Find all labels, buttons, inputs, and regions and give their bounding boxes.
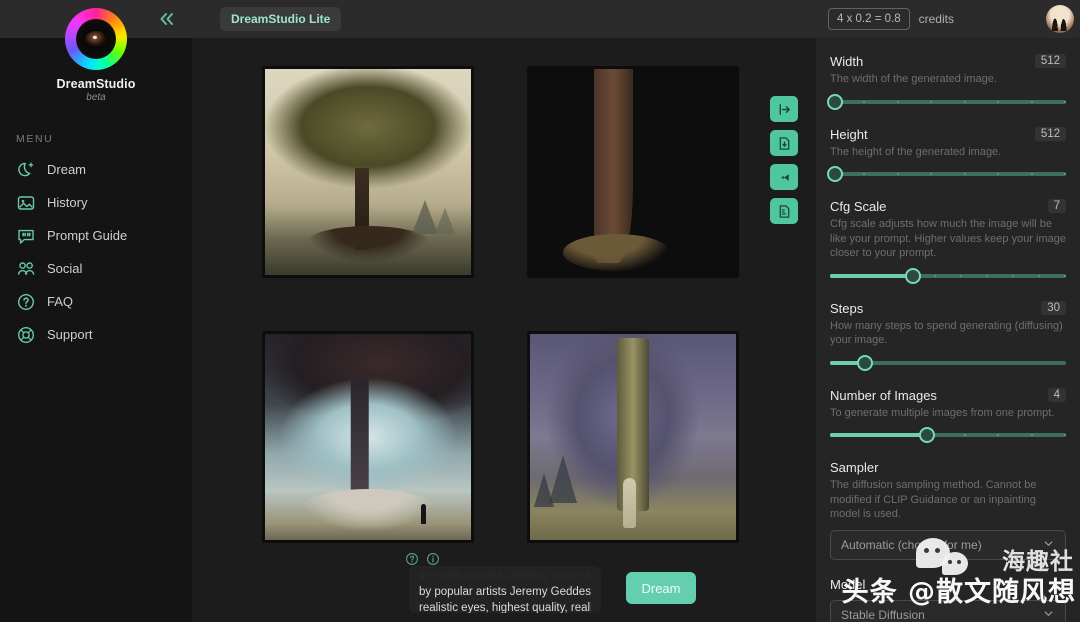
setting-model: Model Stable Diffusion <box>830 577 1066 622</box>
generated-artwork <box>265 334 471 540</box>
sidebar-item-prompt-guide[interactable]: Prompt Guide <box>0 219 192 252</box>
setting-description: To generate multiple images from one pro… <box>830 406 1066 421</box>
sidebar-item-label: Prompt Guide <box>47 228 127 243</box>
dreamstudio-lite-button[interactable]: DreamStudio Lite <box>220 7 341 31</box>
generated-artwork <box>265 69 471 275</box>
chevron-down-icon <box>1042 607 1055 622</box>
prompt-input[interactable]: tree with beautiful lighting and realist… <box>409 566 601 613</box>
setting-description: The diffusion sampling method. Cannot be… <box>830 478 1066 522</box>
slider-knob[interactable] <box>905 268 921 284</box>
sidebar-item-label: Support <box>47 327 93 342</box>
brand-name: DreamStudio <box>57 77 136 91</box>
setting-height: Height 512 The height of the generated i… <box>830 127 1066 183</box>
lifebuoy-icon <box>16 325 36 345</box>
top-bar: DreamStudio Lite <box>192 0 816 38</box>
setting-value: 7 <box>1048 199 1066 213</box>
setting-cfg-scale: Cfg Scale 7 Cfg scale adjusts how much t… <box>830 199 1066 284</box>
setting-title: Number of Images <box>830 388 937 403</box>
gallery-image-2[interactable] <box>527 66 739 278</box>
setting-value: 512 <box>1035 127 1066 141</box>
gallery-image-1[interactable] <box>262 66 474 278</box>
prompt-text: by popular artists Jeremy Geddes and Zar… <box>419 586 591 598</box>
image-gallery <box>262 66 739 543</box>
setting-width: Width 512 The width of the generated ima… <box>830 54 1066 110</box>
main-area: DreamStudio Lite <box>192 0 816 622</box>
sidebar-item-support[interactable]: Support <box>0 318 192 351</box>
prompt-line-2: by popular artists Jeremy Geddes and Zar… <box>419 584 591 600</box>
slider-knob[interactable] <box>827 166 843 182</box>
dreamstudio-app: DreamStudio beta MENU Dream History Prom… <box>0 0 1080 622</box>
setting-value: 30 <box>1041 301 1066 315</box>
chevron-double-left-icon[interactable] <box>156 10 178 28</box>
prompt-line-clipped: tree with beautiful lighting and realist… <box>419 568 591 584</box>
generated-artwork <box>530 69 736 275</box>
setting-description: How many steps to spend generating (diff… <box>830 319 1066 348</box>
chevron-down-icon <box>1042 537 1055 553</box>
prompt-area: tree with beautiful lighting and realist… <box>402 550 716 622</box>
setting-title: Width <box>830 54 863 69</box>
steps-slider[interactable] <box>830 355 1066 371</box>
prompt-text: realistic eyes, highest quality, realist… <box>419 602 591 613</box>
quote-bubble-icon <box>16 226 36 246</box>
setting-value: 512 <box>1035 54 1066 68</box>
panel-header: 4 x 0.2 = 0.8 credits <box>816 0 1080 38</box>
credit-cost-box[interactable]: 4 x 0.2 = 0.8 <box>828 8 910 30</box>
sampler-selected-value: Automatic (choose for me) <box>841 538 982 552</box>
file-settings-icon[interactable] <box>770 198 798 224</box>
gallery-image-3[interactable] <box>262 331 474 543</box>
prompt-line-3: realistic eyes, highest quality, realist… <box>419 600 591 613</box>
image-icon <box>16 193 36 213</box>
setting-description: The height of the generated image. <box>830 145 1066 160</box>
setting-description: Cfg scale adjusts how much the image wil… <box>830 217 1066 261</box>
sidebar-item-history[interactable]: History <box>0 186 192 219</box>
credits-label: credits <box>919 12 954 26</box>
brand-beta-label: beta <box>86 92 105 103</box>
skip-back-icon[interactable] <box>770 164 798 190</box>
number-of-images-slider[interactable] <box>830 427 1066 443</box>
height-slider[interactable] <box>830 166 1066 182</box>
panel-body: Width 512 The width of the generated ima… <box>816 38 1080 622</box>
setting-title: Cfg Scale <box>830 199 886 214</box>
moon-sparkle-icon <box>16 160 36 180</box>
gallery-image-4[interactable] <box>527 331 739 543</box>
setting-description: The width of the generated image. <box>830 72 1066 87</box>
sidebar-item-label: Dream <box>47 162 86 177</box>
sampler-select[interactable]: Automatic (choose for me) <box>830 530 1066 560</box>
sidebar: DreamStudio beta MENU Dream History Prom… <box>0 0 192 622</box>
people-icon <box>16 259 36 279</box>
question-circle-icon <box>16 292 36 312</box>
menu-section-label: MENU <box>16 133 192 145</box>
sidebar-item-label: Social <box>47 261 82 276</box>
send-to-icon[interactable] <box>770 96 798 122</box>
setting-title: Steps <box>830 301 863 316</box>
sidebar-item-label: History <box>47 195 87 210</box>
sidebar-item-social[interactable]: Social <box>0 252 192 285</box>
dream-button[interactable]: Dream <box>626 572 696 604</box>
setting-number-of-images: Number of Images 4 To generate multiple … <box>830 388 1066 444</box>
setting-steps: Steps 30 How many steps to spend generat… <box>830 301 1066 371</box>
settings-panel: 4 x 0.2 = 0.8 credits Width 512 The widt… <box>816 0 1080 622</box>
slider-knob[interactable] <box>919 427 935 443</box>
rainbow-eye-logo <box>65 8 127 70</box>
sidebar-item-faq[interactable]: FAQ <box>0 285 192 318</box>
setting-title: Sampler <box>830 460 878 475</box>
image-toolbar <box>770 96 798 224</box>
cfg-scale-slider[interactable] <box>830 268 1066 284</box>
generated-artwork <box>530 334 736 540</box>
model-select[interactable]: Stable Diffusion <box>830 600 1066 622</box>
setting-title: Height <box>830 127 868 142</box>
slider-knob[interactable] <box>857 355 873 371</box>
setting-sampler: Sampler The diffusion sampling method. C… <box>830 460 1066 560</box>
width-slider[interactable] <box>830 94 1066 110</box>
setting-value: 4 <box>1048 388 1066 402</box>
avatar[interactable] <box>1046 5 1074 33</box>
sidebar-item-label: FAQ <box>47 294 73 309</box>
download-file-icon[interactable] <box>770 130 798 156</box>
setting-title: Model <box>830 577 865 592</box>
model-selected-value: Stable Diffusion <box>841 608 925 622</box>
sidebar-item-dream[interactable]: Dream <box>0 153 192 186</box>
slider-knob[interactable] <box>827 94 843 110</box>
generation-canvas: tree with beautiful lighting and realist… <box>192 38 816 622</box>
